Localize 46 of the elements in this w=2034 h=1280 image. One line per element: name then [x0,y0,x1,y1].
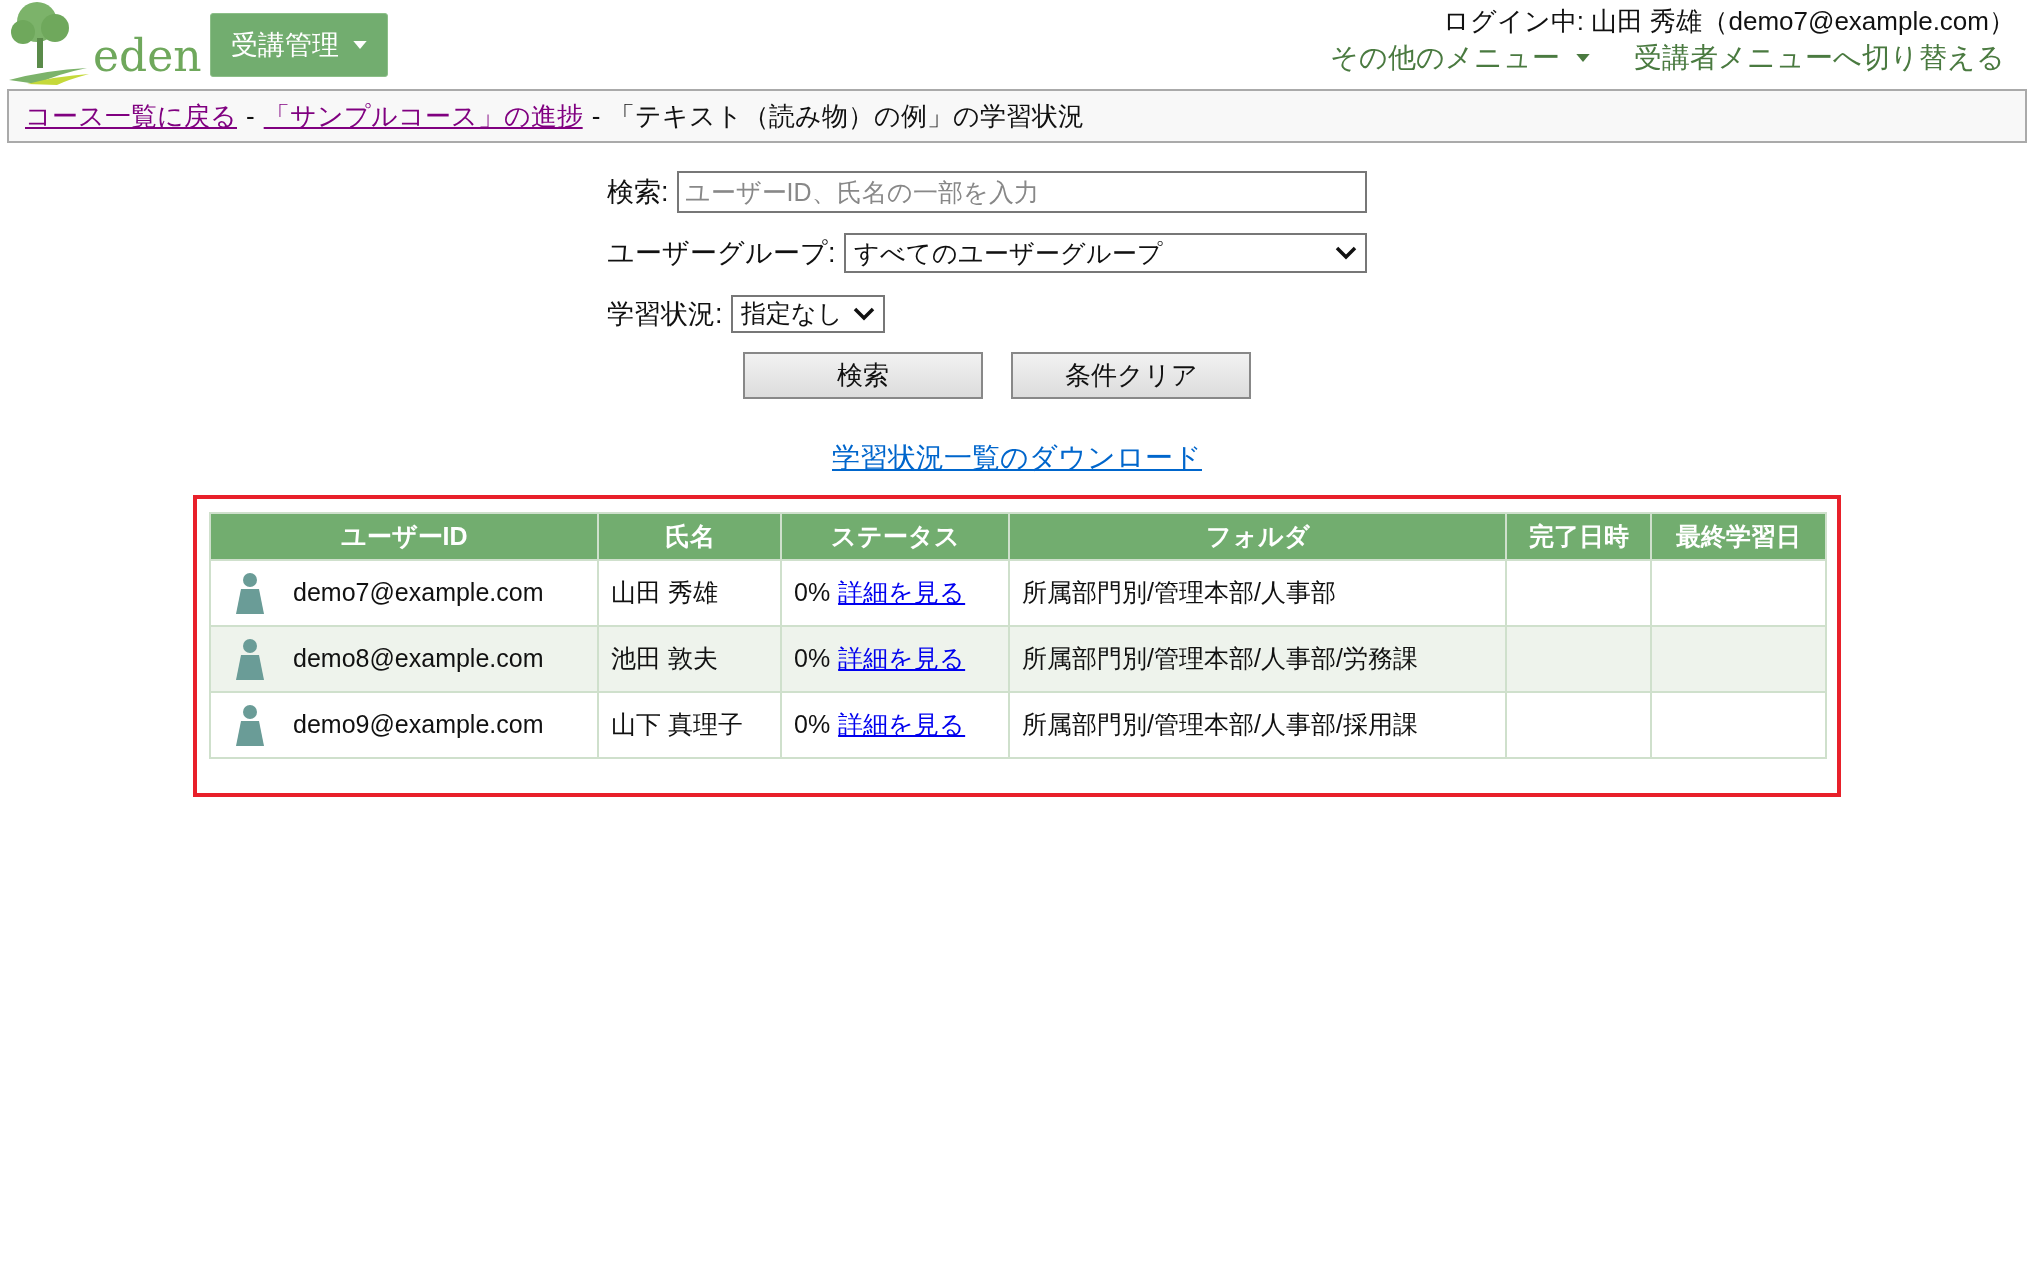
caret-icon [1576,54,1590,62]
user-id-text: demo8@example.com [293,643,544,675]
column-header: ユーザーID [210,513,598,560]
search-button[interactable]: 検索 [743,352,983,399]
search-field[interactable]: ユーザーID、氏名の一部を入力 [676,171,1367,213]
progress-text: 0% [794,577,831,609]
folder-text: 所属部門別/管理本部/人事部/労務課 [1022,644,1418,673]
page-title: 「テキスト（読み物）の例」の学習状況 [609,99,1085,133]
caret-icon [353,41,367,49]
folder-text: 所属部門別/管理本部/人事部 [1022,578,1336,607]
name-text: 山下 真理子 [611,710,743,739]
name-text: 池田 敦夫 [611,644,718,673]
study-status-label: 学習状況: [607,297,723,331]
search-label: 検索: [607,175,669,209]
chevron-down-icon [852,306,875,321]
other-menu-link[interactable]: その他のメニュー [1330,38,1590,78]
clear-button[interactable]: 条件クリア [1011,352,1251,399]
person-icon [235,704,265,746]
column-header: ステータス [781,513,1009,560]
column-header: 完了日時 [1506,513,1651,560]
breadcrumb-link[interactable]: コース一覧に戻る [25,96,237,136]
detail-link[interactable]: 詳細を見る [838,706,966,744]
detail-link[interactable]: 詳細を見る [838,640,966,678]
login-status: ログイン中: 山田 秀雄（demo7@example.com） [1442,5,2015,38]
user-group-label: ユーザーグループ: [607,237,836,270]
logo-text: eden [93,34,202,78]
column-header: 最終学習日 [1651,513,1826,560]
progress-text: 0% [794,643,831,675]
user-group-select[interactable]: すべてのユーザーグループ [843,233,1367,274]
switch-menu-link[interactable]: 受講者メニューへ切り替える [1634,38,2005,78]
person-icon [235,638,265,680]
column-header: 氏名 [598,513,781,560]
separator-text: - [591,99,601,133]
separator-text: - [246,99,255,133]
progress-text: 0% [794,709,831,741]
download-link[interactable]: 学習状況一覧のダウンロード [832,437,1202,479]
folder-text: 所属部門別/管理本部/人事部/採用課 [1022,710,1418,739]
column-header: フォルダ [1009,513,1506,560]
user-id-text: demo7@example.com [293,577,544,609]
chevron-down-icon [1335,246,1357,261]
user-id-text: demo9@example.com [293,709,544,741]
name-text: 山田 秀雄 [611,578,718,607]
study-status-select[interactable]: 指定なし [730,294,885,333]
breadcrumb-link[interactable]: 「サンプルコース」の進捗 [263,96,583,136]
detail-link[interactable]: 詳細を見る [838,574,966,612]
person-icon [235,572,265,614]
